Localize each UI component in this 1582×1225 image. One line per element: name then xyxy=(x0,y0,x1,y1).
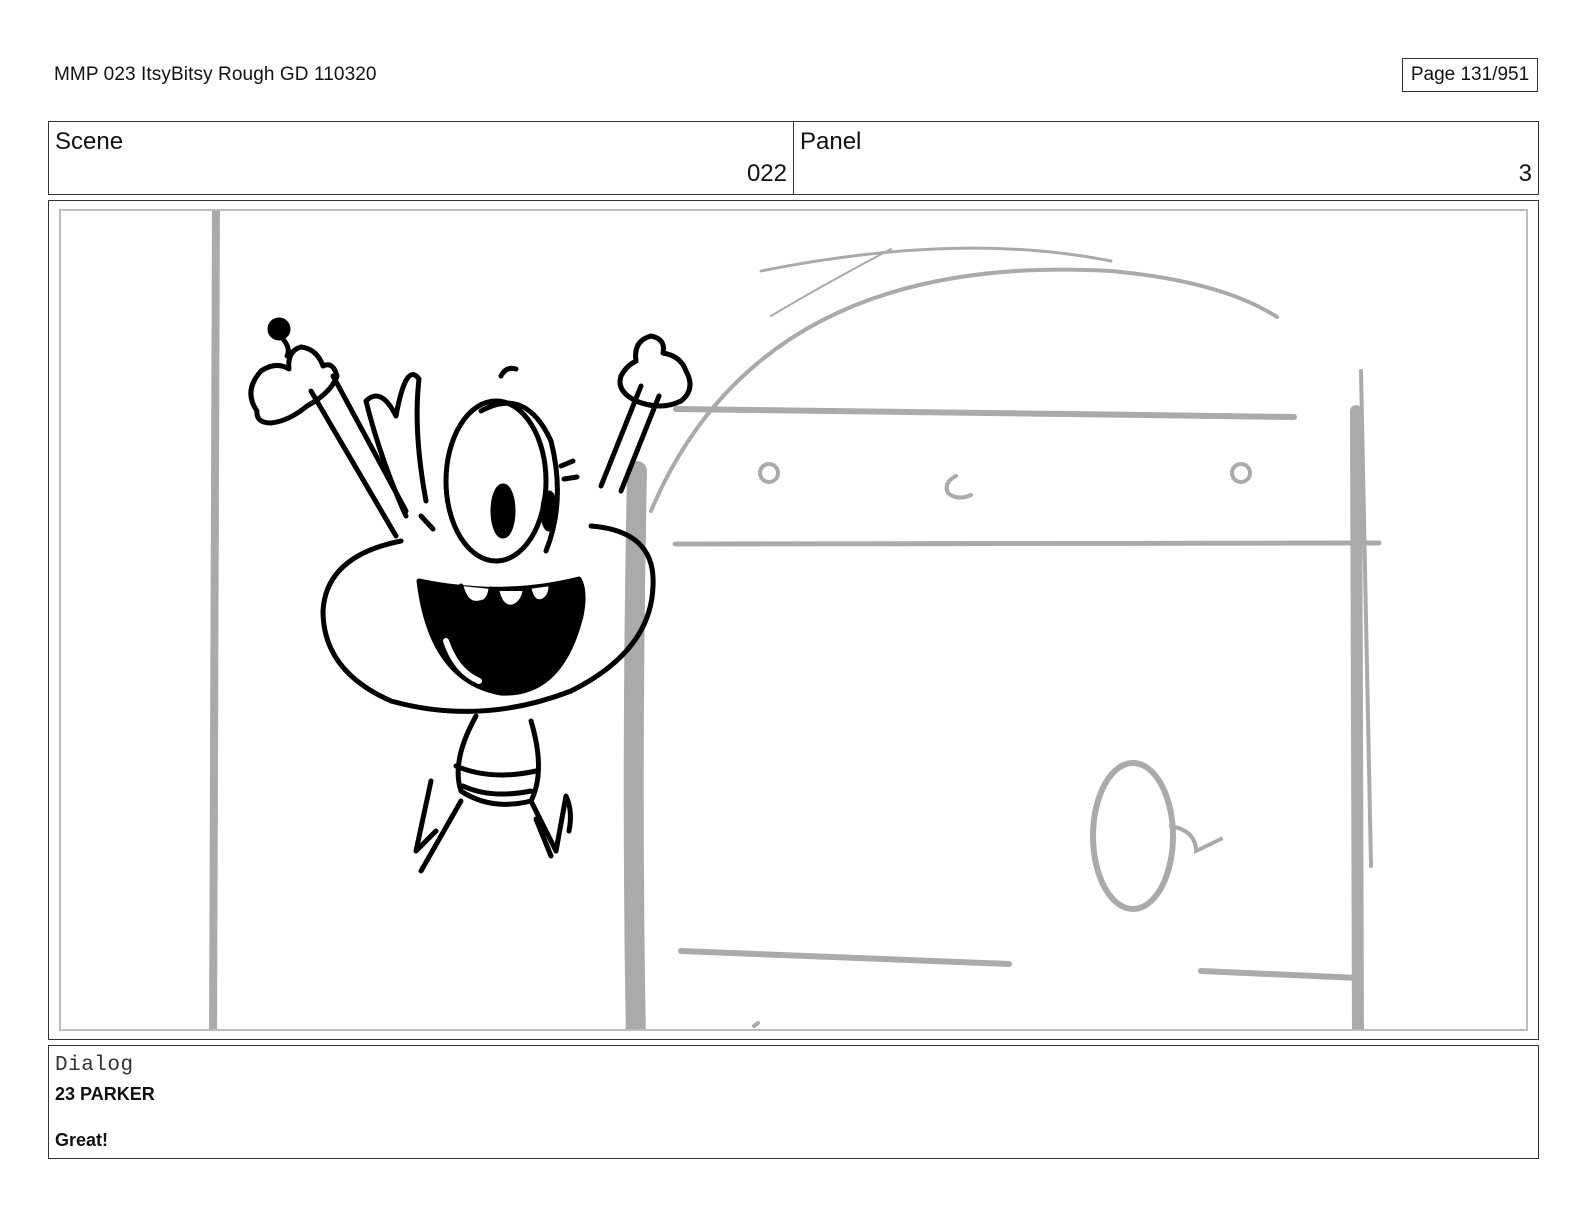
dialog-heading: Dialog xyxy=(55,1054,134,1077)
panel-number: 3 xyxy=(1518,160,1532,187)
dialog-speaker: 23 PARKER xyxy=(55,1084,155,1104)
document-title: MMP 023 ItsyBitsy Rough GD 110320 xyxy=(54,64,377,85)
storyboard-panel-image xyxy=(59,209,1528,1031)
storyboard-sketch-icon xyxy=(209,211,1382,1029)
dialog-line: Great! xyxy=(55,1130,109,1150)
dialog-box: Dialog 23 PARKER Great! xyxy=(48,1045,1539,1159)
scene-cell: Scene 022 xyxy=(49,122,793,194)
page-number-badge: Page 131/951 xyxy=(1402,58,1538,92)
panel-cell: Panel 3 xyxy=(793,122,1538,194)
scene-number: 022 xyxy=(746,160,787,187)
scene-panel-bar: Scene 022 Panel 3 xyxy=(48,121,1539,195)
storyboard-frame xyxy=(48,200,1539,1040)
panel-label: Panel xyxy=(800,128,862,155)
scene-label: Scene xyxy=(55,128,124,155)
